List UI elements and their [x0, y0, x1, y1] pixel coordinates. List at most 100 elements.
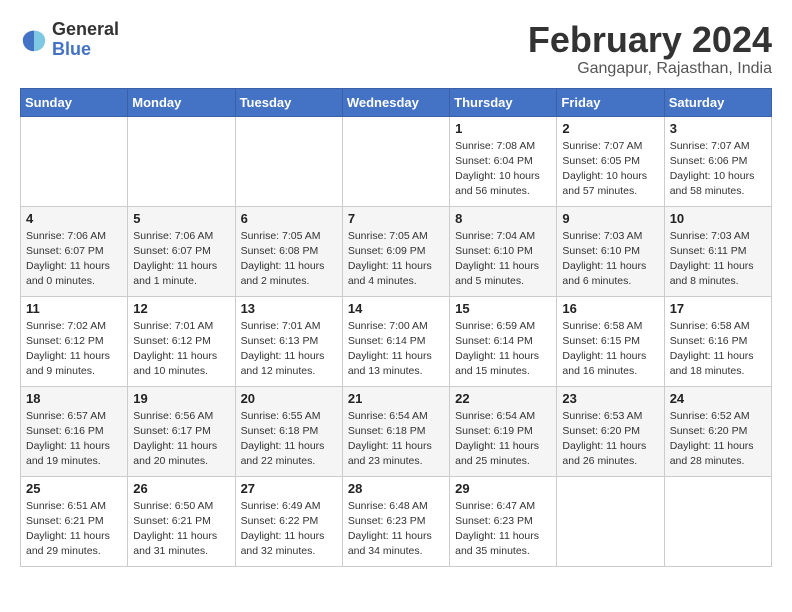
calendar-cell: 14 Sunrise: 7:00 AM Sunset: 6:14 PM Dayli… [342, 296, 449, 386]
calendar-cell: 19 Sunrise: 6:56 AM Sunset: 6:17 PM Dayli… [128, 386, 235, 476]
day-info: Sunrise: 7:08 AM Sunset: 6:04 PM Dayligh… [455, 139, 551, 200]
day-number: 4 [26, 211, 122, 226]
calendar-cell: 4 Sunrise: 7:06 AM Sunset: 6:07 PM Daylig… [21, 206, 128, 296]
day-number: 2 [562, 121, 658, 136]
day-info: Sunrise: 7:06 AM Sunset: 6:07 PM Dayligh… [133, 229, 229, 290]
day-info: Sunrise: 6:47 AM Sunset: 6:23 PM Dayligh… [455, 499, 551, 560]
calendar-cell: 16 Sunrise: 6:58 AM Sunset: 6:15 PM Dayli… [557, 296, 664, 386]
month-year-title: February 2024 [528, 20, 772, 60]
calendar-cell: 25Sunrise: 6:51 AM Sunset: 6:21 PM Dayli… [21, 476, 128, 566]
day-number: 15 [455, 301, 551, 316]
calendar-cell: 3 Sunrise: 7:07 AM Sunset: 6:06 PM Daylig… [664, 116, 771, 206]
day-number: 19 [133, 391, 229, 406]
day-number: 9 [562, 211, 658, 226]
calendar-cell: 6Sunrise: 7:05 AM Sunset: 6:08 PM Daylig… [235, 206, 342, 296]
day-info: Sunrise: 6:50 AM Sunset: 6:21 PM Dayligh… [133, 499, 229, 560]
calendar-cell [235, 116, 342, 206]
day-number: 26 [133, 481, 229, 496]
calendar-cell [21, 116, 128, 206]
calendar-cell: 29 Sunrise: 6:47 AM Sunset: 6:23 PM Dayli… [450, 476, 557, 566]
day-of-week-header: Saturday [664, 88, 771, 116]
day-info: Sunrise: 7:02 AM Sunset: 6:12 PM Dayligh… [26, 319, 122, 380]
day-number: 24 [670, 391, 766, 406]
location-subtitle: Gangapur, Rajasthan, India [528, 60, 772, 78]
calendar-cell: 18 Sunrise: 6:57 AM Sunset: 6:16 PM Dayli… [21, 386, 128, 476]
day-number: 23 [562, 391, 658, 406]
day-info: Sunrise: 7:06 AM Sunset: 6:07 PM Dayligh… [26, 229, 122, 290]
day-number: 6 [241, 211, 337, 226]
day-of-week-header: Wednesday [342, 88, 449, 116]
calendar-cell: 28 Sunrise: 6:48 AM Sunset: 6:23 PM Dayli… [342, 476, 449, 566]
day-info: Sunrise: 6:54 AM Sunset: 6:18 PM Dayligh… [348, 409, 444, 470]
day-number: 13 [241, 301, 337, 316]
calendar-cell: 2 Sunrise: 7:07 AM Sunset: 6:05 PM Daylig… [557, 116, 664, 206]
day-number: 14 [348, 301, 444, 316]
day-info: Sunrise: 6:58 AM Sunset: 6:16 PM Dayligh… [670, 319, 766, 380]
logo-icon [20, 26, 48, 54]
day-of-week-header: Friday [557, 88, 664, 116]
calendar-cell: 17 Sunrise: 6:58 AM Sunset: 6:16 PM Dayli… [664, 296, 771, 386]
day-number: 3 [670, 121, 766, 136]
calendar-header-row: SundayMondayTuesdayWednesdayThursdayFrid… [21, 88, 772, 116]
day-info: Sunrise: 7:03 AM Sunset: 6:10 PM Dayligh… [562, 229, 658, 290]
calendar-cell [664, 476, 771, 566]
day-info: Sunrise: 7:07 AM Sunset: 6:06 PM Dayligh… [670, 139, 766, 200]
calendar-cell: 27 Sunrise: 6:49 AM Sunset: 6:22 PM Dayli… [235, 476, 342, 566]
day-number: 17 [670, 301, 766, 316]
calendar-week-row: 25Sunrise: 6:51 AM Sunset: 6:21 PM Dayli… [21, 476, 772, 566]
calendar-cell [342, 116, 449, 206]
day-info: Sunrise: 6:52 AM Sunset: 6:20 PM Dayligh… [670, 409, 766, 470]
calendar-cell: 20 Sunrise: 6:55 AM Sunset: 6:18 PM Dayli… [235, 386, 342, 476]
calendar-cell: 24 Sunrise: 6:52 AM Sunset: 6:20 PM Dayli… [664, 386, 771, 476]
day-info: Sunrise: 6:59 AM Sunset: 6:14 PM Dayligh… [455, 319, 551, 380]
day-info: Sunrise: 6:55 AM Sunset: 6:18 PM Dayligh… [241, 409, 337, 470]
calendar-cell: 5 Sunrise: 7:06 AM Sunset: 6:07 PM Daylig… [128, 206, 235, 296]
day-info: Sunrise: 6:53 AM Sunset: 6:20 PM Dayligh… [562, 409, 658, 470]
day-number: 27 [241, 481, 337, 496]
calendar-cell: 15 Sunrise: 6:59 AM Sunset: 6:14 PM Dayli… [450, 296, 557, 386]
calendar-cell: 21 Sunrise: 6:54 AM Sunset: 6:18 PM Dayli… [342, 386, 449, 476]
calendar-week-row: 18 Sunrise: 6:57 AM Sunset: 6:16 PM Dayli… [21, 386, 772, 476]
day-number: 5 [133, 211, 229, 226]
day-number: 29 [455, 481, 551, 496]
day-info: Sunrise: 6:58 AM Sunset: 6:15 PM Dayligh… [562, 319, 658, 380]
calendar-cell: 8 Sunrise: 7:04 AM Sunset: 6:10 PM Daylig… [450, 206, 557, 296]
day-info: Sunrise: 6:56 AM Sunset: 6:17 PM Dayligh… [133, 409, 229, 470]
calendar-week-row: 1 Sunrise: 7:08 AM Sunset: 6:04 PM Daylig… [21, 116, 772, 206]
calendar-cell: 10Sunrise: 7:03 AM Sunset: 6:11 PM Dayli… [664, 206, 771, 296]
calendar-cell: 7 Sunrise: 7:05 AM Sunset: 6:09 PM Daylig… [342, 206, 449, 296]
calendar-cell: 26 Sunrise: 6:50 AM Sunset: 6:21 PM Dayli… [128, 476, 235, 566]
day-number: 7 [348, 211, 444, 226]
day-number: 1 [455, 121, 551, 136]
day-number: 22 [455, 391, 551, 406]
day-info: Sunrise: 6:48 AM Sunset: 6:23 PM Dayligh… [348, 499, 444, 560]
day-number: 18 [26, 391, 122, 406]
day-info: Sunrise: 6:49 AM Sunset: 6:22 PM Dayligh… [241, 499, 337, 560]
day-info: Sunrise: 6:57 AM Sunset: 6:16 PM Dayligh… [26, 409, 122, 470]
day-info: Sunrise: 7:04 AM Sunset: 6:10 PM Dayligh… [455, 229, 551, 290]
day-info: Sunrise: 7:00 AM Sunset: 6:14 PM Dayligh… [348, 319, 444, 380]
logo: General Blue [20, 20, 119, 60]
day-number: 20 [241, 391, 337, 406]
title-block: February 2024 Gangapur, Rajasthan, India [528, 20, 772, 78]
page-header: General Blue February 2024 Gangapur, Raj… [20, 20, 772, 78]
logo-text: General Blue [52, 20, 119, 60]
calendar-cell [128, 116, 235, 206]
calendar-cell [557, 476, 664, 566]
day-of-week-header: Thursday [450, 88, 557, 116]
calendar-cell: 11 Sunrise: 7:02 AM Sunset: 6:12 PM Dayli… [21, 296, 128, 386]
day-number: 21 [348, 391, 444, 406]
day-number: 28 [348, 481, 444, 496]
day-info: Sunrise: 7:03 AM Sunset: 6:11 PM Dayligh… [670, 229, 766, 290]
day-info: Sunrise: 7:01 AM Sunset: 6:13 PM Dayligh… [241, 319, 337, 380]
day-of-week-header: Sunday [21, 88, 128, 116]
day-number: 16 [562, 301, 658, 316]
day-info: Sunrise: 7:01 AM Sunset: 6:12 PM Dayligh… [133, 319, 229, 380]
calendar-week-row: 11 Sunrise: 7:02 AM Sunset: 6:12 PM Dayli… [21, 296, 772, 386]
day-info: Sunrise: 7:05 AM Sunset: 6:09 PM Dayligh… [348, 229, 444, 290]
day-number: 8 [455, 211, 551, 226]
day-info: Sunrise: 7:07 AM Sunset: 6:05 PM Dayligh… [562, 139, 658, 200]
calendar-week-row: 4 Sunrise: 7:06 AM Sunset: 6:07 PM Daylig… [21, 206, 772, 296]
day-of-week-header: Monday [128, 88, 235, 116]
day-number: 11 [26, 301, 122, 316]
